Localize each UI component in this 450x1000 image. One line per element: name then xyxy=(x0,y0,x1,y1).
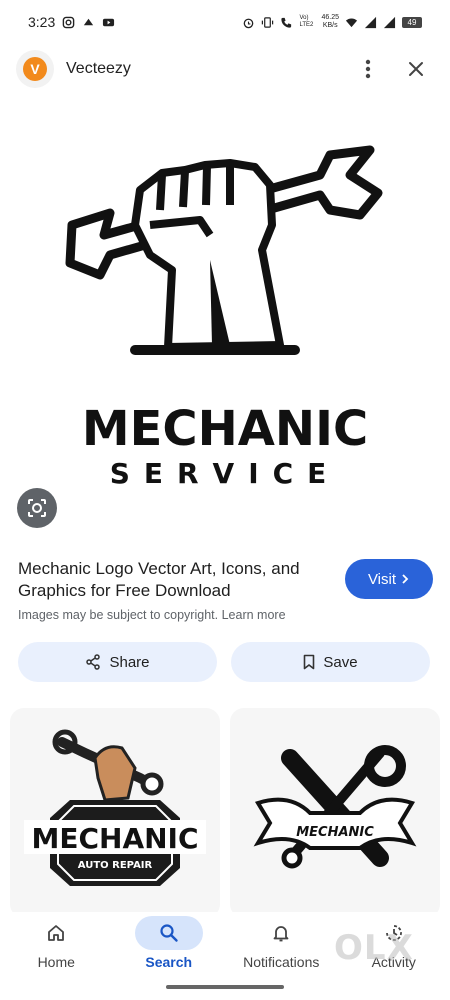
status-right: Vo) LTE2 46.25 KB/s 49 xyxy=(242,14,422,30)
copyright-note: Images may be subject to copyright. Lear… xyxy=(18,608,286,622)
preview-logo-sub-text: SERVICE xyxy=(110,457,341,490)
nav-search-pill xyxy=(134,916,203,950)
nav-home-pill xyxy=(22,916,90,950)
signal-icon xyxy=(364,16,377,28)
related-1-main-text: MECHANIC xyxy=(31,822,198,855)
call-icon xyxy=(281,17,292,28)
vecteezy-logo: V xyxy=(23,57,47,81)
lens-search-button[interactable] xyxy=(17,488,57,528)
nav-home[interactable]: Home xyxy=(4,916,109,1000)
nav-notifications-pill xyxy=(247,916,315,950)
alarm-icon xyxy=(244,18,254,28)
screen: 3:23 Vo) LTE2 46.25 KB/s 49 V Vecteezy M… xyxy=(0,0,450,1000)
visit-button[interactable]: Visit xyxy=(345,559,433,599)
share-label: Share xyxy=(109,653,150,671)
status-bar: 3:23 Vo) LTE2 46.25 KB/s 49 xyxy=(0,0,450,44)
mechanic-logo-illustration: MECHANIC SERVICE xyxy=(65,145,383,490)
result-title[interactable]: Mechanic Logo Vector Art, Icons, and Gra… xyxy=(18,558,333,602)
nav-home-label: Home xyxy=(37,954,75,970)
bell-icon xyxy=(273,926,289,942)
youtube-icon xyxy=(103,18,115,26)
status-time: 3:23 xyxy=(28,14,56,30)
share-icon xyxy=(86,654,101,670)
auto-repair-logo-image: MECHANIC AUTO REPAIR xyxy=(24,729,206,886)
related-image-1[interactable]: MECHANIC AUTO REPAIR xyxy=(10,708,220,918)
signal-2-icon xyxy=(383,16,396,28)
gesture-bar[interactable] xyxy=(166,985,284,989)
volte-indicator: Vo) LTE2 xyxy=(299,15,314,28)
search-icon xyxy=(160,924,178,942)
preview-image[interactable]: MECHANIC SERVICE xyxy=(0,95,450,540)
site-name: Vecteezy xyxy=(66,60,131,77)
bookmark-icon xyxy=(304,654,315,670)
app-notification-icon xyxy=(84,18,94,25)
save-button[interactable]: Save xyxy=(231,642,430,682)
visit-label: Visit xyxy=(367,570,397,588)
lens-icon xyxy=(28,499,46,517)
wifi-icon xyxy=(345,18,358,27)
related-1-sub-text: AUTO REPAIR xyxy=(78,860,153,871)
battery-indicator: 49 xyxy=(402,16,422,28)
network-speed-value: 46.25 xyxy=(321,14,339,21)
close-button[interactable] xyxy=(398,51,434,87)
crossed-tools-logo-image: MECHANIC xyxy=(253,745,417,869)
nav-search-label: Search xyxy=(145,954,193,970)
olx-watermark: OLX xyxy=(334,928,414,968)
more-vert-icon xyxy=(365,59,371,79)
chevron-right-icon xyxy=(402,574,409,584)
close-icon xyxy=(409,62,423,76)
related-2-main-text: MECHANIC xyxy=(296,825,374,840)
home-icon xyxy=(48,925,65,941)
site-favicon: V xyxy=(16,50,54,88)
status-left: 3:23 xyxy=(28,14,115,30)
copyright-text: Images may be subject to copyright. xyxy=(18,608,219,622)
network-speed: 46.25 KB/s xyxy=(321,14,339,30)
app-header: V Vecteezy xyxy=(0,46,450,92)
instagram-icon xyxy=(62,16,75,28)
nav-notifications-label: Notifications xyxy=(243,954,320,970)
network-speed-unit: KB/s xyxy=(322,22,338,29)
more-options-button[interactable] xyxy=(350,51,386,87)
share-button[interactable]: Share xyxy=(18,642,217,682)
preview-logo-main-text: MECHANIC xyxy=(82,401,368,457)
save-label: Save xyxy=(323,653,358,671)
related-image-2[interactable]: MECHANIC xyxy=(230,708,440,918)
vibrate-icon xyxy=(262,16,274,28)
learn-more-link[interactable]: Learn more xyxy=(222,608,286,622)
